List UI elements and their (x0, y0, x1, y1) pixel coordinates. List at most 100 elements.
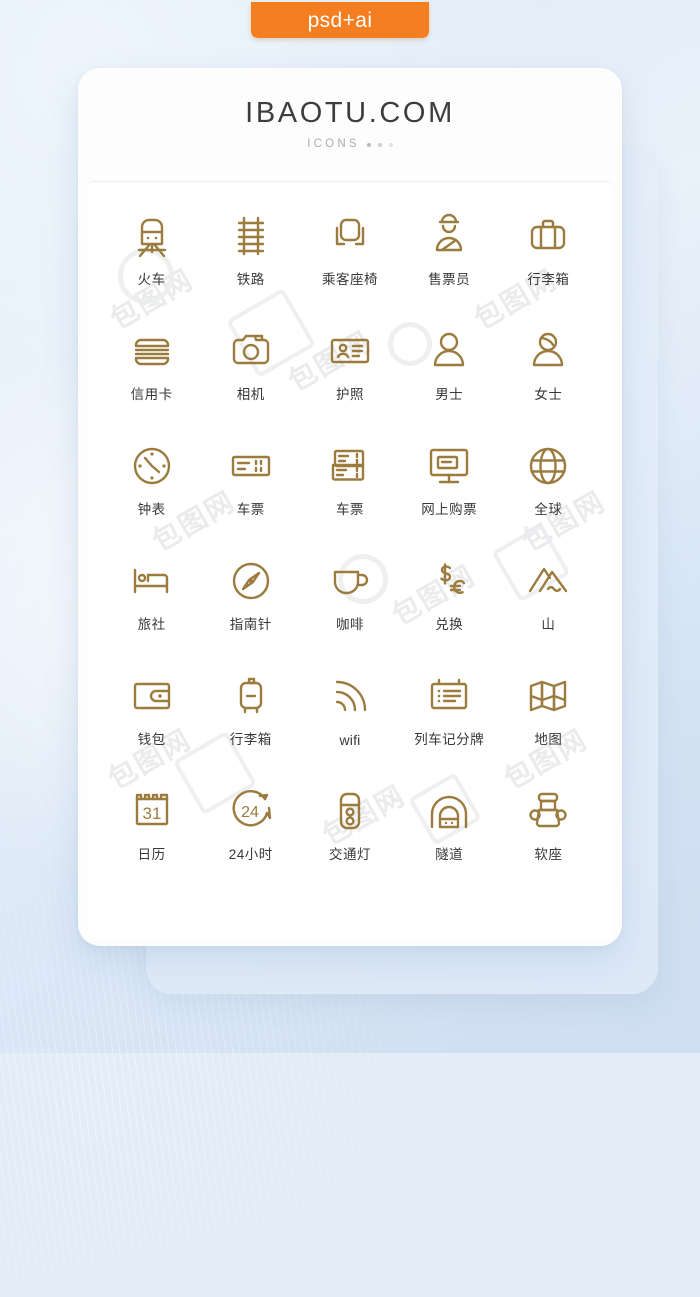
icon-label: 日历 (137, 847, 166, 862)
icon-label: 护照 (335, 387, 364, 402)
traffic-light-icon (324, 783, 376, 839)
coffee-cup-icon (324, 553, 376, 609)
icon-cell-ticket-clerk[interactable]: 售票员 (400, 208, 499, 323)
icon-cell-train[interactable]: 火车 (102, 208, 201, 323)
icon-label: 行李箱 (527, 272, 570, 287)
calendar-icon: 31 (126, 783, 178, 839)
icon-label: 咖啡 (335, 617, 364, 632)
icon-cell-man[interactable]: 男士 (400, 323, 499, 438)
icon-cell-map[interactable]: 地图 (499, 668, 598, 783)
wifi-icon (324, 668, 376, 724)
subtitle-dot-1 (366, 143, 371, 147)
subtitle-dot-2 (377, 143, 382, 147)
icon-cell-ticket[interactable]: 车票 (201, 438, 300, 553)
rolling-luggage-icon (225, 668, 277, 724)
icon-cell-globe[interactable]: 全球 (499, 438, 598, 553)
svg-text:24: 24 (241, 804, 259, 821)
train-icon (126, 208, 178, 264)
icon-label: 女士 (534, 387, 563, 402)
icon-label: 地图 (534, 732, 563, 747)
icon-label: 隧道 (435, 847, 464, 862)
svg-text:31: 31 (142, 804, 161, 823)
railway-icon (225, 208, 277, 264)
icon-label: 交通灯 (328, 847, 371, 862)
icon-cell-woman[interactable]: 女士 (499, 323, 598, 438)
online-booking-icon (423, 438, 475, 494)
format-badge: psd+ai (251, 2, 429, 38)
icon-label: 铁路 (236, 272, 265, 287)
icon-cell-suitcase[interactable]: 行李箱 (499, 208, 598, 323)
icon-label: 网上购票 (421, 502, 478, 517)
icon-cell-wallet[interactable]: 钱包 (102, 668, 201, 783)
icon-grid: 火车 铁路 乘客座椅 售票员 行李箱 信用卡 相机 护照 男士 女士 钟表 车票… (88, 182, 612, 898)
hotel-bed-icon (126, 553, 178, 609)
clock-icon (126, 438, 178, 494)
subtitle-dot-3 (388, 143, 393, 147)
wallet-icon (126, 668, 178, 724)
suitcase-icon (522, 208, 574, 264)
icon-cell-tunnel[interactable]: 隧道 (400, 783, 499, 898)
24-hours-icon: 24 (225, 783, 277, 839)
man-icon (423, 323, 475, 379)
icon-label: 相机 (236, 387, 265, 402)
passenger-seat-icon (324, 208, 376, 264)
page-subtitle: ICONS (307, 138, 360, 151)
icon-cell-rolling-luggage[interactable]: 行李箱 (201, 668, 300, 783)
train-scoreboard-icon (423, 668, 475, 724)
compass-icon (225, 553, 277, 609)
icon-cell-soft-seat[interactable]: 软座 (499, 783, 598, 898)
soft-seat-icon (522, 783, 574, 839)
icon-label: 全球 (534, 502, 563, 517)
icon-cell-wifi[interactable]: wifi (300, 668, 399, 783)
icon-cell-scoreboard[interactable]: 列车记分牌 (400, 668, 499, 783)
icon-set-card: IBAOTU.COM ICONS 包图网 包图网 包图网 包图网 包图网 包图网… (78, 68, 622, 946)
icon-cell-calendar[interactable]: 31 日历 (102, 783, 201, 898)
camera-icon (225, 323, 277, 379)
icon-cell-compass[interactable]: 指南针 (201, 553, 300, 668)
icon-label: 乘客座椅 (321, 272, 378, 287)
icon-label: 车票 (236, 502, 265, 517)
icon-cell-tickets[interactable]: 车票 (300, 438, 399, 553)
icon-label: 兑换 (435, 617, 464, 632)
icon-label: 钱包 (137, 732, 166, 747)
icon-label: 软座 (534, 847, 563, 862)
icon-cell-credit-card[interactable]: 信用卡 (102, 323, 201, 438)
format-badge-label: psd+ai (307, 8, 373, 32)
icon-label: 车票 (335, 502, 364, 517)
icon-label: 男士 (435, 387, 464, 402)
tunnel-icon (423, 783, 475, 839)
icon-cell-coffee[interactable]: 咖啡 (300, 553, 399, 668)
mountain-icon (522, 553, 574, 609)
icon-label: 火车 (137, 272, 166, 287)
icon-cell-passenger-seat[interactable]: 乘客座椅 (300, 208, 399, 323)
globe-icon (522, 438, 574, 494)
card-header: IBAOTU.COM ICONS (78, 68, 622, 182)
icon-label: wifi (339, 732, 361, 748)
currency-exchange-icon (423, 553, 475, 609)
icon-cell-camera[interactable]: 相机 (201, 323, 300, 438)
icon-label: 指南针 (229, 617, 272, 632)
icon-cell-traffic-light[interactable]: 交通灯 (300, 783, 399, 898)
page-title: IBAOTU.COM (245, 97, 455, 130)
icon-cell-railway[interactable]: 铁路 (201, 208, 300, 323)
icon-cell-online-booking[interactable]: 网上购票 (400, 438, 499, 553)
ticket-clerk-icon (423, 208, 475, 264)
icon-cell-exchange[interactable]: 兑换 (400, 553, 499, 668)
passport-icon (324, 323, 376, 379)
icon-label: 行李箱 (229, 732, 272, 747)
icon-cell-24h[interactable]: 24 24小时 (201, 783, 300, 898)
icon-label: 钟表 (137, 502, 166, 517)
icon-cell-mountain[interactable]: 山 (499, 553, 598, 668)
map-icon (522, 668, 574, 724)
icon-label: 列车记分牌 (414, 732, 485, 747)
icon-cell-clock[interactable]: 钟表 (102, 438, 201, 553)
icon-label: 旅社 (137, 617, 166, 632)
icon-cell-passport[interactable]: 护照 (300, 323, 399, 438)
ticket-icon (225, 438, 277, 494)
credit-card-icon (126, 323, 178, 379)
icon-panel: 包图网 包图网 包图网 包图网 包图网 包图网 包图网 包图网 包图网 火车 铁… (88, 182, 612, 938)
tickets-icon (324, 438, 376, 494)
woman-icon (522, 323, 574, 379)
icon-label: 山 (541, 617, 556, 632)
icon-cell-hotel[interactable]: 旅社 (102, 553, 201, 668)
